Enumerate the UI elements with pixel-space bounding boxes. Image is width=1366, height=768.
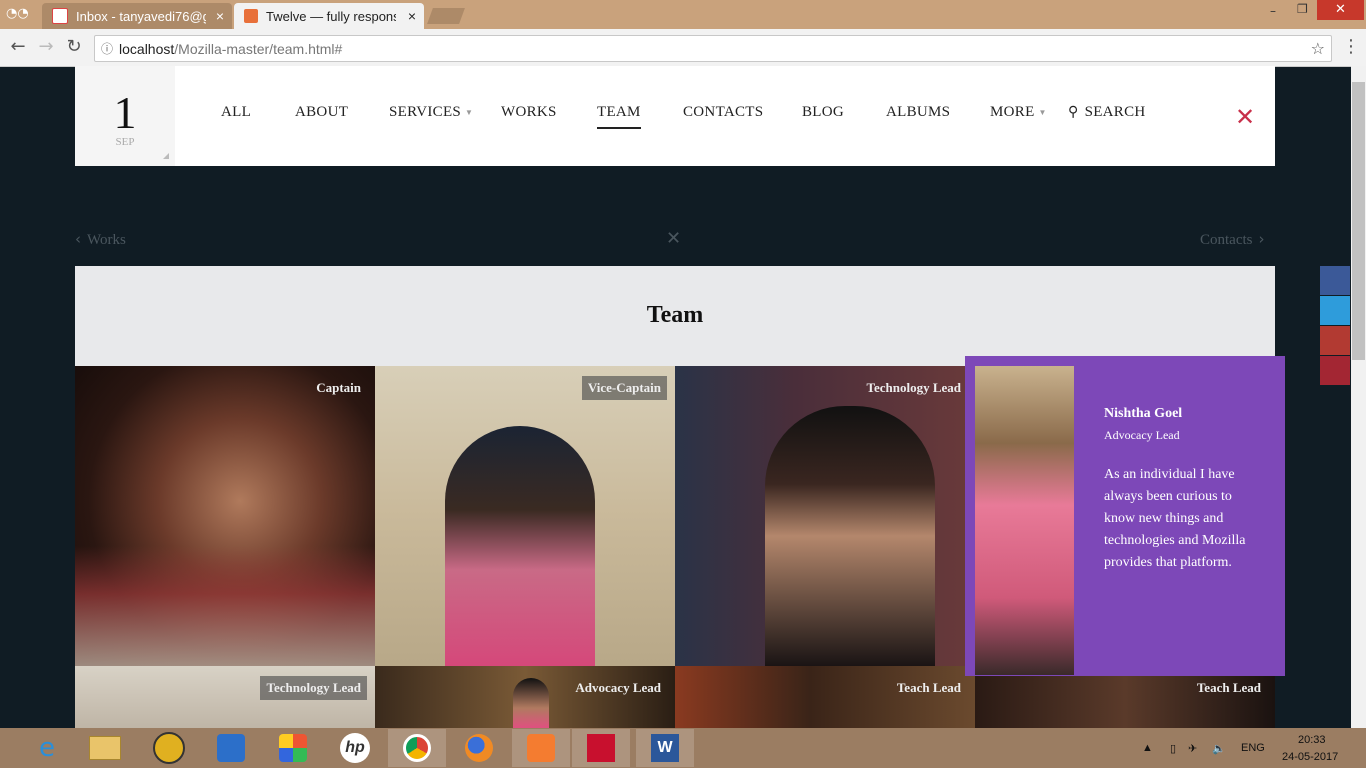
chevron-left-icon: ‹ bbox=[75, 230, 81, 248]
restore-button[interactable]: ❐ bbox=[1297, 2, 1308, 16]
close-tab-icon[interactable]: × bbox=[216, 8, 224, 24]
date-badge-corner-icon bbox=[163, 153, 169, 159]
member-bio: As an individual I have always been curi… bbox=[1104, 467, 1246, 570]
language-indicator[interactable]: ENG bbox=[1241, 742, 1265, 754]
media-player-icon[interactable] bbox=[140, 729, 198, 767]
file-explorer-icon[interactable] bbox=[76, 729, 134, 767]
team-member-card[interactable]: Technology Lead bbox=[75, 666, 375, 728]
member-role: Teach Lead bbox=[1196, 680, 1261, 695]
nav-search-label: SEARCH bbox=[1084, 104, 1146, 120]
nav-all[interactable]: ALL bbox=[221, 104, 251, 121]
incognito-icon: ◔◔ bbox=[6, 6, 29, 21]
reload-icon[interactable]: ↻ bbox=[63, 36, 85, 58]
tab-label: Twelve — fully responsiv bbox=[266, 8, 396, 24]
info-icon: ⓘ bbox=[101, 42, 114, 56]
hp-icon[interactable]: hp bbox=[326, 729, 384, 767]
nav-about[interactable]: ABOUT bbox=[295, 104, 348, 121]
prev-page-link[interactable]: ‹ Works bbox=[75, 230, 126, 249]
search-icon: ⚲ bbox=[1068, 104, 1079, 120]
nav-services[interactable]: SERVICES ▼ bbox=[389, 104, 473, 121]
team-member-card[interactable]: Advocacy Lead bbox=[375, 666, 675, 728]
nav-contacts[interactable]: CONTACTS bbox=[683, 104, 763, 121]
nav-more[interactable]: MORE ▼ bbox=[990, 104, 1047, 121]
dropdown-caret-icon: ▼ bbox=[465, 108, 474, 118]
page-title: Team bbox=[646, 302, 704, 328]
clock-time[interactable]: 20:33 bbox=[1298, 734, 1326, 746]
facebook-share-icon[interactable] bbox=[1320, 266, 1350, 295]
member-role: Technology Lead bbox=[260, 676, 367, 700]
rocket-app-icon[interactable] bbox=[202, 729, 260, 767]
url-path: /Mozilla-master/team.html# bbox=[174, 40, 343, 57]
member-photo bbox=[75, 546, 375, 666]
menu-dots-icon[interactable]: ⋮ bbox=[1340, 36, 1362, 58]
scrollbar-thumb[interactable] bbox=[1352, 82, 1365, 360]
member-role: Captain bbox=[316, 380, 361, 395]
nav-services-label: SERVICES bbox=[389, 104, 462, 120]
gmail-icon bbox=[52, 8, 68, 24]
twitter-share-icon[interactable] bbox=[1320, 296, 1350, 325]
url-host: localhost bbox=[119, 40, 175, 57]
chrome-icon[interactable] bbox=[388, 729, 446, 767]
internet-explorer-icon[interactable]: e bbox=[18, 729, 76, 767]
nav-albums[interactable]: ALBUMS bbox=[886, 104, 950, 121]
member-role: Advocacy Lead bbox=[575, 680, 661, 695]
tab-label: Inbox - tanyavedi76@gm bbox=[76, 8, 206, 24]
member-role: Teach Lead bbox=[896, 680, 961, 695]
clock-date[interactable]: 24-05-2017 bbox=[1282, 751, 1338, 763]
prev-page-label: Works bbox=[87, 232, 126, 248]
member-photo bbox=[975, 366, 1074, 675]
xampp-icon[interactable] bbox=[512, 729, 570, 767]
minimize-button[interactable]: – bbox=[1270, 4, 1276, 18]
airplane-mode-icon[interactable]: ✈ bbox=[1188, 742, 1197, 755]
close-tab-icon[interactable]: × bbox=[408, 8, 416, 24]
bookmark-star-icon[interactable]: ☆ bbox=[1311, 39, 1325, 58]
member-role: Technology Lead bbox=[866, 380, 961, 395]
nav-search[interactable]: ⚲ SEARCH bbox=[1068, 104, 1146, 121]
volume-muted-icon[interactable]: 🔈 bbox=[1212, 742, 1226, 755]
back-arrow-icon[interactable]: ← bbox=[7, 36, 29, 58]
site-favicon bbox=[244, 9, 258, 23]
member-photo bbox=[445, 426, 595, 666]
close-menu-icon[interactable]: ✕ bbox=[1235, 105, 1255, 129]
google-share-icon[interactable] bbox=[1320, 326, 1350, 355]
new-tab-button[interactable] bbox=[427, 8, 465, 24]
word-icon[interactable]: W bbox=[636, 729, 694, 767]
nav-team[interactable]: TEAM bbox=[597, 104, 641, 129]
team-member-card[interactable]: Teach Lead bbox=[675, 666, 975, 728]
member-photo bbox=[513, 678, 549, 728]
firefox-icon[interactable] bbox=[450, 729, 508, 767]
tab-twelve[interactable]: Twelve — fully responsiv × bbox=[234, 3, 424, 29]
acrobat-icon[interactable] bbox=[572, 729, 630, 767]
chevron-right-icon: › bbox=[1258, 230, 1265, 248]
address-bar[interactable]: ⓘ localhost/Mozilla-master/team.html# ☆ bbox=[94, 35, 1332, 62]
dropdown-caret-icon: ▼ bbox=[1038, 108, 1047, 118]
nav-more-label: MORE bbox=[990, 104, 1035, 120]
team-member-card[interactable]: Technology Lead bbox=[675, 366, 975, 666]
date-badge: 1 SEP bbox=[75, 66, 175, 166]
team-member-card[interactable]: Captain bbox=[75, 366, 375, 666]
tray-expand-icon[interactable]: ▲ bbox=[1142, 742, 1153, 754]
member-photo bbox=[765, 406, 935, 666]
member-role: Advocacy Lead bbox=[1104, 428, 1180, 442]
member-name: Nishtha Goel bbox=[1104, 406, 1183, 421]
date-day: 1 bbox=[113, 87, 137, 138]
member-role: Vice-Captain bbox=[581, 376, 667, 400]
next-page-link[interactable]: Contacts › bbox=[1200, 230, 1265, 249]
forward-arrow-icon[interactable]: → bbox=[35, 36, 57, 58]
battery-icon[interactable]: ▯ bbox=[1170, 742, 1176, 755]
tab-inbox[interactable]: Inbox - tanyavedi76@gm × bbox=[42, 3, 232, 29]
nav-works[interactable]: WORKS bbox=[501, 104, 557, 121]
paint-app-icon[interactable] bbox=[264, 729, 322, 767]
close-window-button[interactable]: ✕ bbox=[1317, 0, 1364, 20]
close-page-icon[interactable]: ✕ bbox=[666, 228, 681, 249]
nav-blog[interactable]: BLOG bbox=[802, 104, 844, 121]
team-member-card[interactable]: Vice-Captain bbox=[375, 366, 675, 666]
pinterest-share-icon[interactable] bbox=[1320, 356, 1350, 385]
date-month: SEP bbox=[115, 136, 135, 148]
next-page-label: Contacts bbox=[1200, 232, 1253, 248]
